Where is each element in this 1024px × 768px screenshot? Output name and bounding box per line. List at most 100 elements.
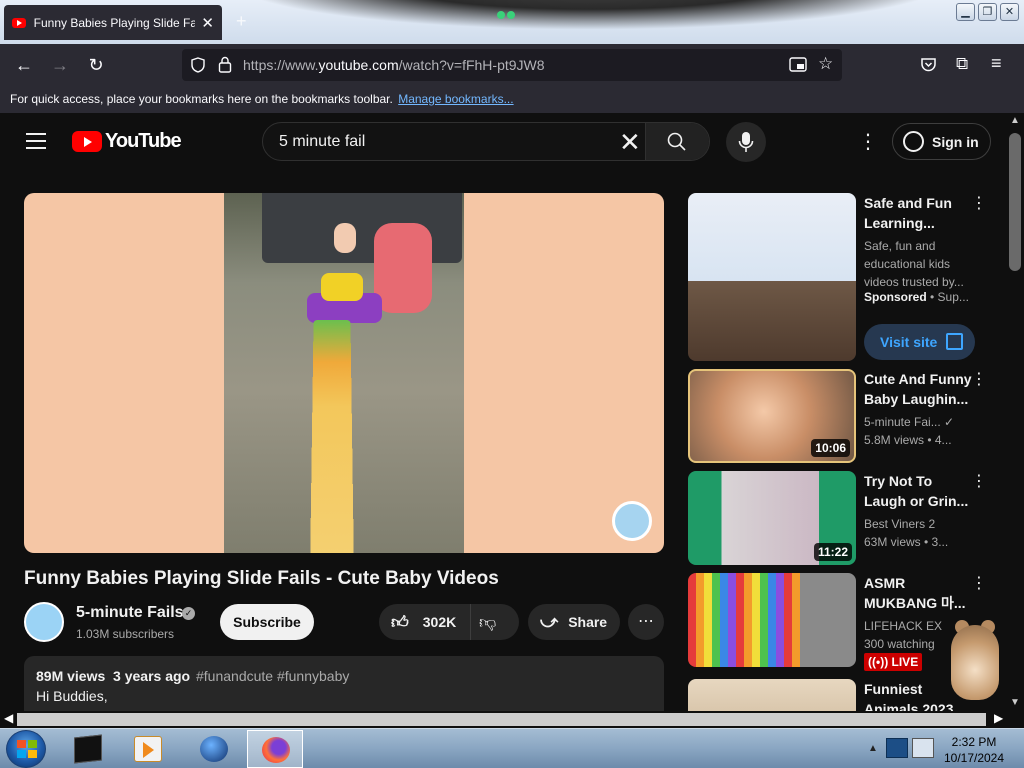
scroll-right-arrow-icon[interactable]: ▶ xyxy=(994,711,1003,725)
channel-watermark-icon[interactable] xyxy=(612,501,652,541)
ad-kebab-icon[interactable]: ⋮ xyxy=(971,193,987,213)
system-clock[interactable]: 2:32 PM 10/17/2024 xyxy=(940,734,1008,766)
video-player[interactable] xyxy=(24,193,664,553)
horizontal-scrollbar[interactable]: ◀ ▶ xyxy=(0,711,1024,728)
video-slide-shape xyxy=(310,320,354,553)
forward-arrow-icon[interactable]: → xyxy=(48,53,72,77)
description-box[interactable]: 89M views 3 years ago #funandcute #funny… xyxy=(24,656,664,711)
recommendation-title[interactable]: Cute And Funny Baby Laughin... xyxy=(864,369,974,409)
browser-navbar: ← → ↻ https://www.youtube.com/watch?v=fF… xyxy=(0,44,1024,86)
video-slide-seat-shape xyxy=(321,273,363,301)
network-icon[interactable] xyxy=(886,738,908,758)
recommendation-channel[interactable]: 5-minute Fai... ✓ xyxy=(864,413,984,431)
browser-tab-active[interactable]: Funny Babies Playing Slide Fails - Cute … xyxy=(4,5,222,40)
tab-title: Funny Babies Playing Slide Fails - Cute … xyxy=(33,15,196,30)
sign-in-button[interactable]: Sign in xyxy=(892,123,991,160)
recommendation-thumbnail[interactable]: 11:22 xyxy=(688,471,856,565)
scroll-down-arrow-icon[interactable]: ▼ xyxy=(1010,697,1020,708)
like-count: 302K xyxy=(422,614,457,630)
video-vehicle-shape xyxy=(262,193,462,263)
frame-indicator-dots xyxy=(497,6,527,19)
extensions-puzzle-icon[interactable]: ⧉ xyxy=(956,54,968,74)
tray-expand-icon[interactable]: ▲ xyxy=(868,743,878,754)
bookmark-star-icon[interactable]: ☆ xyxy=(818,54,833,74)
share-arrow-icon: ⤻ xyxy=(540,612,559,631)
bookmarks-hint: For quick access, place your bookmarks h… xyxy=(10,92,393,106)
video-woman-shape xyxy=(374,223,432,313)
tab-close-icon[interactable]: ✕ xyxy=(201,14,214,32)
clear-search-icon[interactable]: ✕ xyxy=(619,127,641,158)
recommendation-thumbnail[interactable]: 10:06 xyxy=(688,369,856,463)
recommendation-thumbnail[interactable] xyxy=(688,573,856,667)
recommendation-title[interactable]: ASMR MUKBANG 마... xyxy=(864,573,974,613)
start-button[interactable] xyxy=(6,730,46,768)
url-bar[interactable]: https://www.youtube.com/watch?v=fFhH-pt9… xyxy=(182,49,842,81)
pocket-icon[interactable] xyxy=(920,56,937,73)
lock-icon[interactable] xyxy=(218,56,232,73)
thumbs-down-icon[interactable]: 👎︎ xyxy=(479,612,496,633)
share-button[interactable]: ⤻ Share xyxy=(528,604,620,640)
action-center-icon[interactable] xyxy=(912,738,934,758)
url-text[interactable]: https://www.youtube.com/watch?v=fFhH-pt9… xyxy=(243,57,545,73)
back-arrow-icon[interactable]: ← xyxy=(12,53,36,77)
taskbar-app-media-player[interactable] xyxy=(120,730,176,768)
hamster-sticker-image xyxy=(945,610,1005,700)
youtube-logo[interactable]: YouTube xyxy=(72,130,182,153)
windows-logo-icon xyxy=(17,740,37,758)
subscribe-button[interactable]: Subscribe xyxy=(220,604,314,640)
app-menu-icon[interactable]: ≡ xyxy=(991,53,1002,74)
like-button[interactable]: 👍︎ 302K xyxy=(379,604,471,640)
youtube-favicon-icon xyxy=(12,17,26,28)
recommendation-meta: 5.8M views • 4... xyxy=(864,433,952,447)
search-box: 5 minute fail ✕ xyxy=(262,122,710,161)
voice-search-button[interactable] xyxy=(726,122,766,162)
recommendation-title[interactable]: Try Not To Laugh or Grin... xyxy=(864,471,974,511)
external-link-icon xyxy=(946,333,963,350)
scroll-left-arrow-icon[interactable]: ◀ xyxy=(4,711,13,725)
channel-avatar[interactable] xyxy=(24,602,64,642)
taskbar-app-terminal[interactable] xyxy=(60,730,116,768)
recommendation-meta: 63M views • 3... xyxy=(864,535,949,549)
channel-name[interactable]: 5-minute Fails xyxy=(76,604,184,622)
manage-bookmarks-link[interactable]: Manage bookmarks... xyxy=(398,92,513,106)
windows-taskbar: ▲ 2:32 PM 10/17/2024 xyxy=(0,728,1024,768)
verified-check-icon: ✓ xyxy=(182,607,195,620)
vertical-scrollbar[interactable]: ▲ ▼ xyxy=(1006,113,1024,711)
sponsored-label: Sponsored • Sup... xyxy=(864,290,969,304)
hashtags[interactable]: #funandcute #funnybaby xyxy=(196,668,349,684)
ad-description: Safe, fun and educational kids videos tr… xyxy=(864,239,964,289)
vertical-scroll-thumb[interactable] xyxy=(1009,133,1021,271)
window-maximize-button[interactable]: ❐ xyxy=(978,3,997,21)
browser-titlebar: Funny Babies Playing Slide Fails - Cute … xyxy=(0,0,1024,44)
youtube-play-logo-icon xyxy=(72,131,102,152)
recommendation-kebab-icon[interactable]: ⋮ xyxy=(971,573,987,593)
ad-thumbnail[interactable] xyxy=(688,193,856,361)
more-actions-button[interactable]: ⋯ xyxy=(628,604,664,640)
scroll-up-arrow-icon[interactable]: ▲ xyxy=(1010,115,1020,126)
microphone-icon xyxy=(738,132,754,152)
window-minimize-button[interactable]: ▁ xyxy=(956,3,975,21)
live-badge: ((•)) LIVE xyxy=(864,653,923,671)
recommendation-thumbnail[interactable] xyxy=(688,679,856,711)
tracking-shield-icon[interactable] xyxy=(190,57,206,73)
window-close-button[interactable]: ✕ xyxy=(1000,3,1019,21)
search-input[interactable]: 5 minute fail xyxy=(279,133,365,151)
search-button[interactable] xyxy=(645,123,709,160)
duration-badge: 11:22 xyxy=(813,543,852,561)
visit-site-button[interactable]: Visit site xyxy=(864,324,975,360)
recommendation-kebab-icon[interactable]: ⋮ xyxy=(971,369,987,389)
picture-in-picture-icon[interactable] xyxy=(789,57,807,73)
new-tab-icon[interactable]: + xyxy=(236,11,247,32)
like-dislike-group: 👍︎ 302K 👎︎ xyxy=(379,604,519,640)
settings-kebab-icon[interactable]: ⋮ xyxy=(858,129,878,154)
reload-icon[interactable]: ↻ xyxy=(84,53,108,77)
taskbar-app-firefox[interactable] xyxy=(247,730,303,768)
guide-menu-icon[interactable] xyxy=(26,133,46,149)
subscriber-count: 1.03M subscribers xyxy=(76,627,175,641)
taskbar-app-globe[interactable] xyxy=(186,730,242,768)
recommendation-channel[interactable]: Best Viners 2 xyxy=(864,515,984,533)
horizontal-scroll-thumb[interactable] xyxy=(17,713,986,726)
globe-icon xyxy=(200,736,228,762)
ad-title[interactable]: Safe and Fun Learning... xyxy=(864,193,974,233)
recommendation-kebab-icon[interactable]: ⋮ xyxy=(971,471,987,491)
